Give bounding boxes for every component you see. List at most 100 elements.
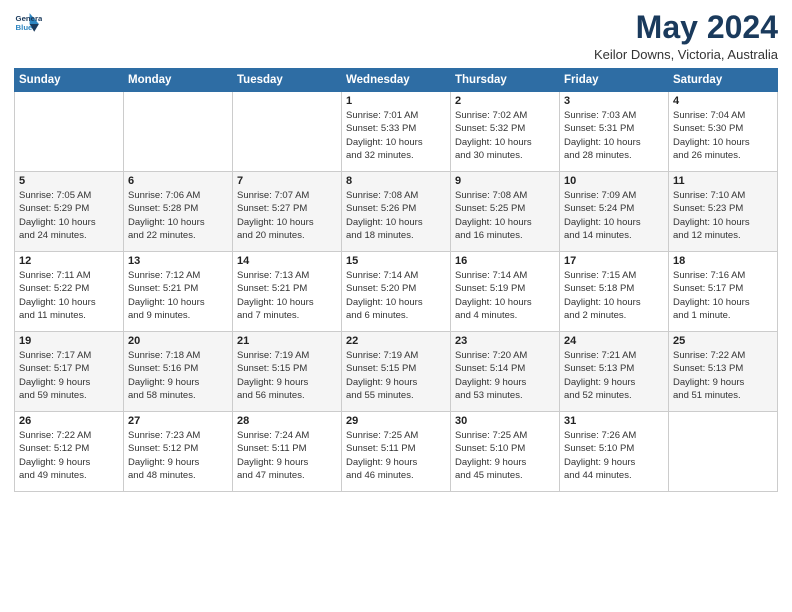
calendar-week-row: 12 Sunrise: 7:11 AM Sunset: 5:22 PM Dayli… [15, 252, 778, 332]
calendar-cell: 9 Sunrise: 7:08 AM Sunset: 5:25 PM Daylig… [451, 172, 560, 252]
calendar-day-header: Friday [560, 69, 669, 92]
calendar-cell: 16Sunrise: 7:14 AM Sunset: 5:19 PM Dayli… [451, 252, 560, 332]
day-info: Sunrise: 7:25 AM Sunset: 5:11 PM Dayligh… [346, 429, 446, 482]
calendar-cell: 15 Sunrise: 7:14 AM Sunset: 5:20 PM Dayli… [342, 252, 451, 332]
calendar-cell: 30 Sunrise: 7:25 AM Sunset: 5:10 PM Dayli… [451, 412, 560, 492]
calendar-cell: 29 Sunrise: 7:25 AM Sunset: 5:11 PM Dayli… [342, 412, 451, 492]
title-block: May 2024 Keilor Downs, Victoria, Austral… [594, 10, 778, 62]
day-number: 13 [128, 255, 228, 267]
calendar-header-row: SundayMondayTuesdayWednesdayThursdayFrid… [15, 69, 778, 92]
day-info: Sunrise: 7:03 AM Sunset: 5:31 PM Dayligh… [564, 109, 664, 162]
calendar-cell: 19 Sunrise: 7:17 AM Sunset: 5:17 PM Dayli… [15, 332, 124, 412]
calendar-day-header: Saturday [669, 69, 778, 92]
day-info: Sunrise: 7:19 AM Sunset: 5:15 PM Dayligh… [346, 349, 446, 402]
day-number: 28 [237, 415, 337, 427]
day-number: 4 [673, 95, 773, 107]
day-info: Sunrise: 7:14 AM Sunset: 5:20 PM Dayligh… [346, 269, 446, 322]
day-info: Sunrise: 7:06 AM Sunset: 5:28 PM Dayligh… [128, 189, 228, 242]
calendar-cell: 23 Sunrise: 7:20 AM Sunset: 5:14 PM Dayli… [451, 332, 560, 412]
day-number: 24 [564, 335, 664, 347]
header: General Blue May 2024 Keilor Downs, Vict… [14, 10, 778, 62]
calendar-cell [124, 92, 233, 172]
calendar-cell: 20Sunrise: 7:18 AM Sunset: 5:16 PM Dayli… [124, 332, 233, 412]
day-number: 30 [455, 415, 555, 427]
day-number: 8 [346, 175, 446, 187]
day-info: Sunrise: 7:25 AM Sunset: 5:10 PM Dayligh… [455, 429, 555, 482]
day-number: 2 [455, 95, 555, 107]
location: Keilor Downs, Victoria, Australia [594, 47, 778, 62]
day-info: Sunrise: 7:16 AM Sunset: 5:17 PM Dayligh… [673, 269, 773, 322]
day-info: Sunrise: 7:24 AM Sunset: 5:11 PM Dayligh… [237, 429, 337, 482]
day-number: 12 [19, 255, 119, 267]
day-info: Sunrise: 7:23 AM Sunset: 5:12 PM Dayligh… [128, 429, 228, 482]
day-number: 31 [564, 415, 664, 427]
calendar-cell: 22 Sunrise: 7:19 AM Sunset: 5:15 PM Dayli… [342, 332, 451, 412]
day-number: 6 [128, 175, 228, 187]
day-number: 15 [346, 255, 446, 267]
calendar-cell: 18 Sunrise: 7:16 AM Sunset: 5:17 PM Dayli… [669, 252, 778, 332]
calendar-cell: 28 Sunrise: 7:24 AM Sunset: 5:11 PM Dayli… [233, 412, 342, 492]
day-info: Sunrise: 7:26 AM Sunset: 5:10 PM Dayligh… [564, 429, 664, 482]
day-number: 21 [237, 335, 337, 347]
day-number: 7 [237, 175, 337, 187]
day-info: Sunrise: 7:20 AM Sunset: 5:14 PM Dayligh… [455, 349, 555, 402]
day-number: 22 [346, 335, 446, 347]
day-number: 23 [455, 335, 555, 347]
calendar-cell: 5Sunrise: 7:05 AM Sunset: 5:29 PM Daylig… [15, 172, 124, 252]
day-info: Sunrise: 7:17 AM Sunset: 5:17 PM Dayligh… [19, 349, 119, 402]
day-info: Sunrise: 7:08 AM Sunset: 5:25 PM Dayligh… [455, 189, 555, 242]
day-info: Sunrise: 7:02 AM Sunset: 5:32 PM Dayligh… [455, 109, 555, 162]
day-number: 19 [19, 335, 119, 347]
month-title: May 2024 [594, 10, 778, 45]
calendar-cell: 31 Sunrise: 7:26 AM Sunset: 5:10 PM Dayli… [560, 412, 669, 492]
day-info: Sunrise: 7:01 AM Sunset: 5:33 PM Dayligh… [346, 109, 446, 162]
day-number: 9 [455, 175, 555, 187]
calendar-week-row: 5Sunrise: 7:05 AM Sunset: 5:29 PM Daylig… [15, 172, 778, 252]
day-number: 18 [673, 255, 773, 267]
calendar-day-header: Thursday [451, 69, 560, 92]
calendar-day-header: Tuesday [233, 69, 342, 92]
calendar-day-header: Monday [124, 69, 233, 92]
calendar-cell: 11Sunrise: 7:10 AM Sunset: 5:23 PM Dayli… [669, 172, 778, 252]
calendar-week-row: 19 Sunrise: 7:17 AM Sunset: 5:17 PM Dayli… [15, 332, 778, 412]
day-info: Sunrise: 7:09 AM Sunset: 5:24 PM Dayligh… [564, 189, 664, 242]
day-info: Sunrise: 7:19 AM Sunset: 5:15 PM Dayligh… [237, 349, 337, 402]
day-number: 14 [237, 255, 337, 267]
day-info: Sunrise: 7:18 AM Sunset: 5:16 PM Dayligh… [128, 349, 228, 402]
calendar-cell: 12 Sunrise: 7:11 AM Sunset: 5:22 PM Dayli… [15, 252, 124, 332]
day-number: 3 [564, 95, 664, 107]
day-number: 25 [673, 335, 773, 347]
day-info: Sunrise: 7:13 AM Sunset: 5:21 PM Dayligh… [237, 269, 337, 322]
day-number: 11 [673, 175, 773, 187]
day-info: Sunrise: 7:12 AM Sunset: 5:21 PM Dayligh… [128, 269, 228, 322]
logo-icon: General Blue [14, 10, 42, 38]
day-info: Sunrise: 7:22 AM Sunset: 5:12 PM Dayligh… [19, 429, 119, 482]
calendar-cell: 25Sunrise: 7:22 AM Sunset: 5:13 PM Dayli… [669, 332, 778, 412]
day-number: 26 [19, 415, 119, 427]
day-number: 16 [455, 255, 555, 267]
day-info: Sunrise: 7:11 AM Sunset: 5:22 PM Dayligh… [19, 269, 119, 322]
day-number: 27 [128, 415, 228, 427]
svg-text:Blue: Blue [16, 23, 34, 32]
calendar-cell: 6 Sunrise: 7:06 AM Sunset: 5:28 PM Daylig… [124, 172, 233, 252]
day-number: 29 [346, 415, 446, 427]
day-number: 17 [564, 255, 664, 267]
calendar-table: SundayMondayTuesdayWednesdayThursdayFrid… [14, 68, 778, 492]
calendar-cell: 14 Sunrise: 7:13 AM Sunset: 5:21 PM Dayli… [233, 252, 342, 332]
day-number: 10 [564, 175, 664, 187]
calendar-cell [233, 92, 342, 172]
calendar-cell: 2 Sunrise: 7:02 AM Sunset: 5:32 PM Daylig… [451, 92, 560, 172]
page: General Blue May 2024 Keilor Downs, Vict… [0, 0, 792, 612]
calendar-cell: 26 Sunrise: 7:22 AM Sunset: 5:12 PM Dayli… [15, 412, 124, 492]
calendar-cell: 10 Sunrise: 7:09 AM Sunset: 5:24 PM Dayli… [560, 172, 669, 252]
day-info: Sunrise: 7:15 AM Sunset: 5:18 PM Dayligh… [564, 269, 664, 322]
calendar-cell: 8Sunrise: 7:08 AM Sunset: 5:26 PM Daylig… [342, 172, 451, 252]
calendar-cell: 27 Sunrise: 7:23 AM Sunset: 5:12 PM Dayli… [124, 412, 233, 492]
calendar-week-row: 26 Sunrise: 7:22 AM Sunset: 5:12 PM Dayli… [15, 412, 778, 492]
calendar-cell [15, 92, 124, 172]
calendar-cell: 13 Sunrise: 7:12 AM Sunset: 5:21 PM Dayli… [124, 252, 233, 332]
calendar-cell: 1Sunrise: 7:01 AM Sunset: 5:33 PM Daylig… [342, 92, 451, 172]
calendar-cell: 17 Sunrise: 7:15 AM Sunset: 5:18 PM Dayli… [560, 252, 669, 332]
day-info: Sunrise: 7:07 AM Sunset: 5:27 PM Dayligh… [237, 189, 337, 242]
calendar-cell: 4Sunrise: 7:04 AM Sunset: 5:30 PM Daylig… [669, 92, 778, 172]
